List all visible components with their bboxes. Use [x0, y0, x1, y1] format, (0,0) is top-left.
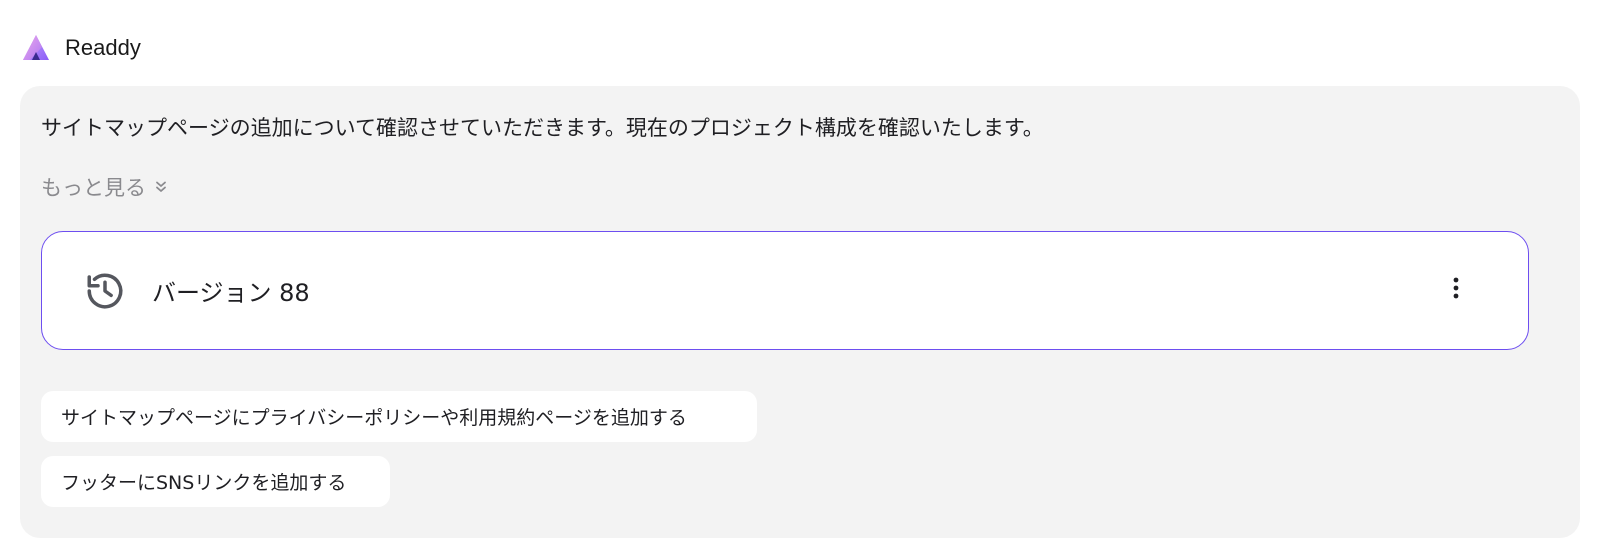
assistant-message-card: サイトマップページの追加について確認させていただきます。現在のプロジェクト構成を… — [20, 86, 1580, 538]
version-menu-button[interactable] — [1440, 274, 1472, 306]
version-card[interactable]: バージョン 88 — [41, 231, 1529, 350]
chevron-double-down-icon — [154, 180, 168, 194]
suggestion-chip[interactable]: フッターにSNSリンクを追加する — [41, 456, 390, 507]
assistant-header: Readdy — [20, 30, 141, 66]
app-name: Readdy — [65, 35, 141, 60]
version-label: バージョン 88 — [152, 279, 310, 307]
suggestion-chip[interactable]: サイトマップページにプライバシーポリシーや利用規約ページを追加する — [41, 391, 757, 442]
show-more-label: もっと見る — [41, 176, 146, 200]
show-more-button[interactable]: もっと見る — [41, 172, 168, 202]
more-vertical-icon — [1452, 276, 1460, 304]
message-text: サイトマップページの追加について確認させていただきます。現在のプロジェクト構成を… — [41, 116, 1044, 140]
history-icon — [84, 270, 126, 312]
suggestion-label: サイトマップページにプライバシーポリシーや利用規約ページを追加する — [61, 407, 687, 429]
readdy-logo-icon — [20, 32, 52, 64]
suggestion-label: フッターにSNSリンクを追加する — [61, 472, 347, 494]
